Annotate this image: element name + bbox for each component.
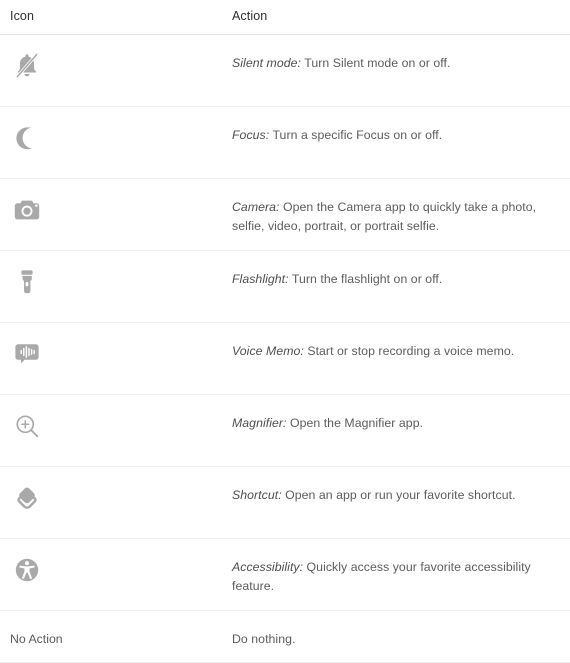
action-text: Open an app or run your favorite shortcu…: [281, 488, 516, 502]
action-text: Turn a specific Focus on or off.: [269, 128, 443, 142]
table-row: Voice Memo: Start or stop recording a vo…: [0, 323, 570, 395]
row-action-cell: Do nothing.: [232, 611, 570, 649]
column-header-icon: Icon: [10, 9, 35, 23]
shortcut-icon: [10, 481, 44, 515]
row-action-cell: Silent mode: Turn Silent mode on or off.: [232, 35, 570, 73]
magnifier-icon: [10, 409, 44, 443]
action-description: Shortcut: Open an app or run your favori…: [232, 486, 552, 505]
no-action-label: No Action: [10, 632, 63, 646]
action-text: Turn the flashlight on or off.: [288, 272, 443, 286]
action-description: Flashlight: Turn the flashlight on or of…: [232, 270, 552, 289]
table-row-no-action: No Action Do nothing.: [0, 611, 570, 663]
bell-slash-icon: [10, 49, 44, 83]
table-row: Accessibility: Quickly access your favor…: [0, 539, 570, 611]
row-icon-cell: No Action: [0, 611, 232, 649]
row-action-cell: Camera: Open the Camera app to quickly t…: [232, 179, 570, 236]
row-icon-cell: [0, 323, 232, 394]
action-description: Silent mode: Turn Silent mode on or off.: [232, 54, 552, 73]
row-icon-cell: [0, 107, 232, 178]
action-description: Focus: Turn a specific Focus on or off.: [232, 126, 552, 145]
table-row: Shortcut: Open an app or run your favori…: [0, 467, 570, 539]
row-icon-cell: [0, 539, 232, 610]
camera-icon: [10, 193, 44, 227]
column-header-action: Action: [232, 9, 268, 23]
row-action-cell: Shortcut: Open an app or run your favori…: [232, 467, 570, 505]
action-description: Camera: Open the Camera app to quickly t…: [232, 198, 552, 236]
action-label: Shortcut:: [232, 488, 282, 502]
crescent-moon-icon: [10, 121, 44, 155]
row-action-cell: Focus: Turn a specific Focus on or off.: [232, 107, 570, 145]
flashlight-icon: [10, 265, 44, 299]
row-action-cell: Flashlight: Turn the flashlight on or of…: [232, 251, 570, 289]
row-action-cell: Accessibility: Quickly access your favor…: [232, 539, 570, 596]
voice-memo-icon: [10, 337, 44, 371]
action-text: Turn Silent mode on or off.: [300, 56, 451, 70]
table-row: Focus: Turn a specific Focus on or off.: [0, 107, 570, 179]
table-row: Camera: Open the Camera app to quickly t…: [0, 179, 570, 251]
action-label: Focus:: [232, 128, 270, 142]
action-label: Flashlight:: [232, 272, 289, 286]
header-cell-icon: Icon: [0, 7, 232, 25]
action-description: Voice Memo: Start or stop recording a vo…: [232, 342, 552, 361]
action-label: Silent mode:: [232, 56, 301, 70]
action-description: Magnifier: Open the Magnifier app.: [232, 414, 552, 433]
table-header-row: Icon Action: [0, 0, 570, 35]
row-icon-cell: [0, 395, 232, 466]
row-action-cell: Voice Memo: Start or stop recording a vo…: [232, 323, 570, 361]
row-icon-cell: [0, 35, 232, 106]
action-text: Start or stop recording a voice memo.: [303, 344, 515, 358]
row-icon-cell: [0, 251, 232, 322]
row-action-cell: Magnifier: Open the Magnifier app.: [232, 395, 570, 433]
action-label: Magnifier:: [232, 416, 287, 430]
table-row: Flashlight: Turn the flashlight on or of…: [0, 251, 570, 323]
action-label: Voice Memo:: [232, 344, 304, 358]
table-row: Silent mode: Turn Silent mode on or off.: [0, 35, 570, 107]
header-cell-action: Action: [232, 7, 570, 25]
action-label: Camera:: [232, 200, 280, 214]
action-text: Open the Magnifier app.: [286, 416, 424, 430]
shortcut-actions-table: Icon Action Silent mode: Turn Silent mod…: [0, 0, 570, 663]
action-description: Do nothing.: [232, 630, 552, 649]
accessibility-icon: [10, 553, 44, 587]
row-icon-cell: [0, 179, 232, 250]
row-icon-cell: [0, 467, 232, 538]
table-row: Magnifier: Open the Magnifier app.: [0, 395, 570, 467]
action-label: Accessibility:: [232, 560, 304, 574]
action-text: Do nothing.: [232, 632, 296, 646]
action-description: Accessibility: Quickly access your favor…: [232, 558, 552, 596]
